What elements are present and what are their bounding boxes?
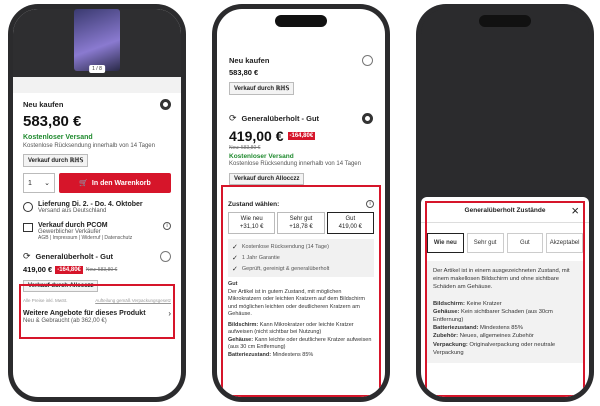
shipping-text: Kostenloser Versand <box>23 134 93 141</box>
seller-tag: Verkauf durch ℝℍ𝕊 <box>23 154 89 167</box>
cart-row: 1 ⌄ 🛒 In den Warenkorb <box>13 167 181 193</box>
highlight-box <box>425 201 585 397</box>
phone-frame-1: 1 / 8 Neu kaufen 583,80 € Kostenloser Ve… <box>8 4 186 402</box>
refurb-label: Generalüberholt - Gut <box>35 252 114 261</box>
highlight-box <box>19 284 175 339</box>
add-to-cart-label: In den Warenkorb <box>91 179 151 187</box>
screenshot-stage: 1 / 8 Neu kaufen 583,80 € Kostenloser Ve… <box>0 0 600 406</box>
image-counter: 1 / 8 <box>89 65 105 73</box>
chevron-down-icon: ⌄ <box>44 180 50 187</box>
refurb-label: Generalüberholt - Gut <box>241 114 320 123</box>
shop-icon <box>23 223 33 232</box>
discount-badge: -164,80€ <box>55 265 83 274</box>
seller-info: Verkauf durch PCOM Gewerblicher Verkäufe… <box>13 214 181 241</box>
new-buy-radio[interactable] <box>160 99 171 110</box>
delivery-title: Lieferung Di. 2. - Do. 4. Oktober <box>38 201 143 208</box>
refurb-radio[interactable] <box>160 251 171 262</box>
discount-badge: -164,80€ <box>287 132 316 140</box>
refurb-price: 419,00 € <box>229 128 284 144</box>
new-buy-card[interactable]: Neu kaufen 583,80 € Kostenloser Versand … <box>13 93 181 167</box>
new-buy-radio[interactable] <box>362 55 373 66</box>
refurb-seller-tag: Verkauf durch Allocczz <box>229 173 305 185</box>
delivery-info: Lieferung Di. 2. - Do. 4. Oktober Versan… <box>13 193 181 214</box>
new-buy-label: Neu kaufen <box>23 100 64 109</box>
refurb-radio[interactable] <box>362 113 373 124</box>
highlight-box <box>221 185 381 397</box>
old-price: Neu: 583,80 € <box>229 145 261 151</box>
seller-title: Verkauf durch PCOM <box>38 222 108 229</box>
returns-text: Kostenlose Rücksendung innerhalb von 14 … <box>229 161 361 167</box>
phone-screen-2: Neu kaufen 583,80 € Verkauf durch ℝℍ𝕊 ⟳ … <box>217 9 385 397</box>
phone-screen-1: 1 / 8 Neu kaufen 583,80 € Kostenloser Ve… <box>13 9 181 397</box>
seller-links[interactable]: AGB | Impressum | Widerruf | Datenschutz <box>38 235 158 241</box>
clock-icon <box>23 202 33 212</box>
returns-text: Kostenlose Rücksendung innerhalb von 14 … <box>23 143 155 149</box>
add-to-cart-button[interactable]: 🛒 In den Warenkorb <box>59 173 171 193</box>
shipping-text: Kostenloser Versand <box>229 153 294 160</box>
new-buy-price: 583,80 € <box>229 68 259 77</box>
refurb-card[interactable]: ⟳ Generalüberholt - Gut 419,00 € -164,80… <box>223 107 379 191</box>
new-buy-price: 583,80 € <box>23 113 82 130</box>
info-icon[interactable]: i <box>163 222 171 230</box>
refresh-icon: ⟳ <box>23 251 31 261</box>
quantity-value: 1 <box>28 179 32 187</box>
refresh-icon: ⟳ <box>229 113 237 123</box>
quantity-select[interactable]: 1 ⌄ <box>23 173 55 193</box>
phone-frame-2: Neu kaufen 583,80 € Verkauf durch ℝℍ𝕊 ⟳ … <box>212 4 390 402</box>
old-price: Neu: 583,80 € <box>85 266 118 273</box>
product-image-area: 1 / 8 <box>13 9 181 77</box>
new-buy-card[interactable]: Neu kaufen 583,80 € Verkauf durch ℝℍ𝕊 <box>223 49 379 101</box>
product-image <box>74 9 120 71</box>
new-buy-label: Neu kaufen <box>229 56 270 65</box>
cart-icon: 🛒 <box>79 180 88 187</box>
phone-frame-3: Generalüberholt Zustände × Wie neu Sehr … <box>416 4 594 402</box>
seller-tag: Verkauf durch ℝℍ𝕊 <box>229 82 295 95</box>
refurb-price: 419,00 € <box>23 265 53 274</box>
phone-screen-3: Generalüberholt Zustände × Wie neu Sehr … <box>421 9 589 397</box>
